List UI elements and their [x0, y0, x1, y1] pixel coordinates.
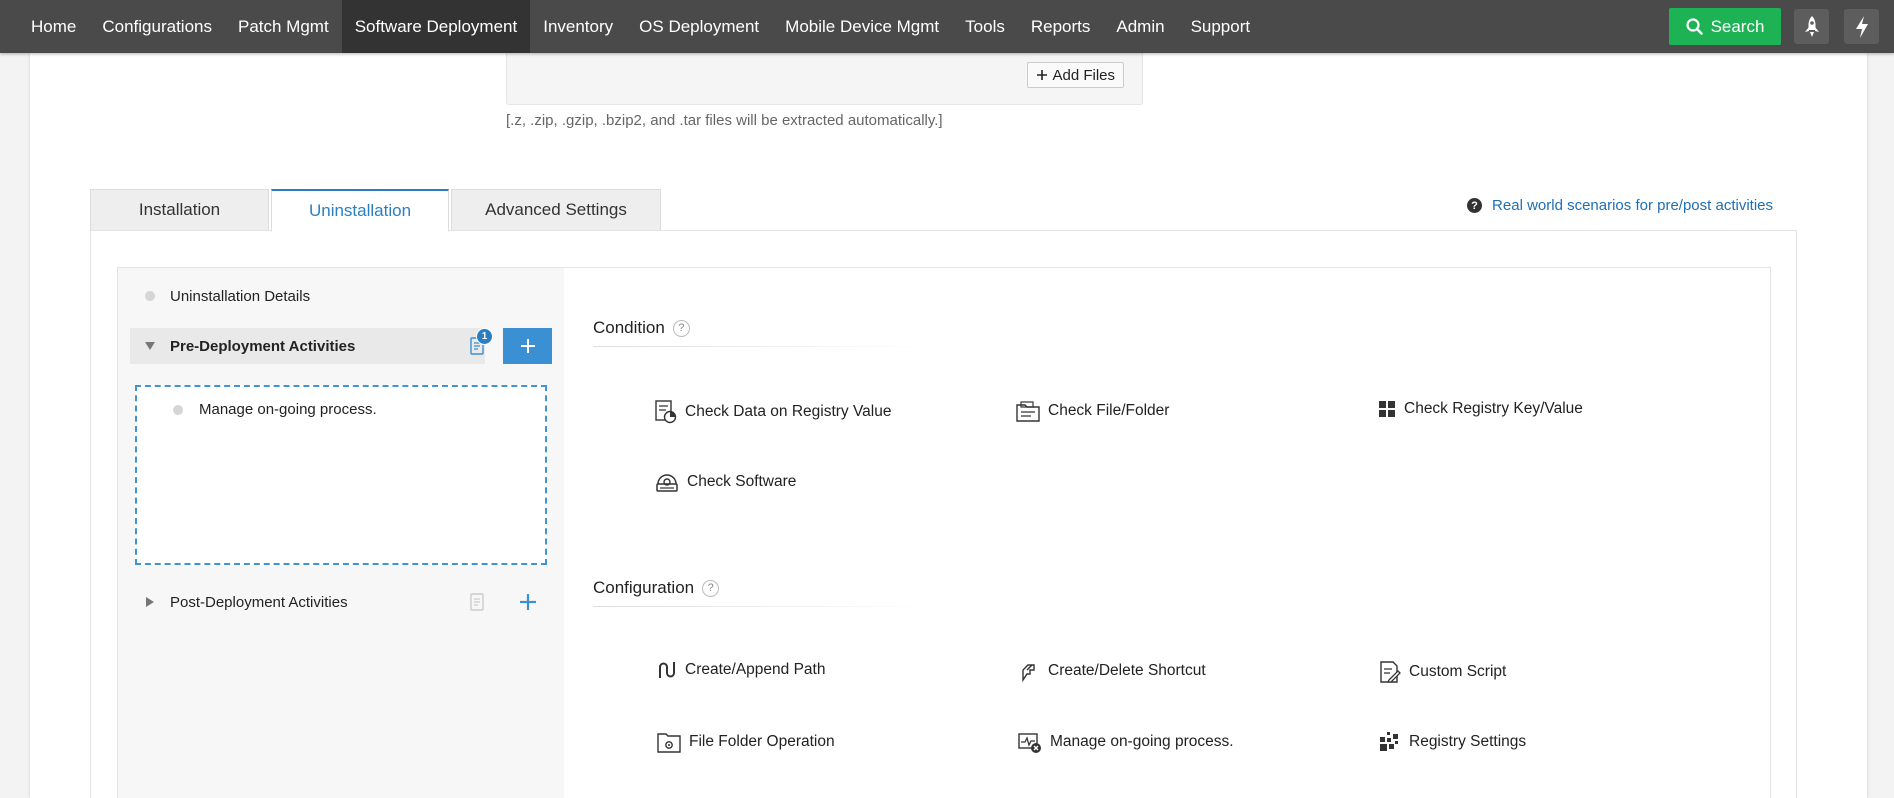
post-deployment-doc-icon[interactable] [470, 593, 484, 611]
create-delete-shortcut-label: Create/Delete Shortcut [1048, 662, 1206, 679]
main-content-card: Add Files [.z, .zip, .gzip, .bzip2, and … [30, 53, 1867, 798]
create-delete-shortcut[interactable]: Create/Delete Shortcut [1018, 660, 1206, 682]
search-icon [1685, 18, 1703, 35]
plus-icon [520, 594, 536, 610]
file-upload-area: Add Files [506, 53, 1143, 105]
registry-data-icon [655, 400, 677, 424]
file-folder-operation-label: File Folder Operation [689, 733, 835, 750]
post-deployment-activities-item[interactable]: Post-Deployment Activities [130, 584, 550, 620]
add-files-label: Add Files [1052, 66, 1115, 84]
file-folder-icon [1016, 401, 1040, 422]
nav-configurations[interactable]: Configurations [89, 0, 225, 53]
nav-inventory[interactable]: Inventory [530, 0, 626, 53]
nav-patch-mgmt[interactable]: Patch Mgmt [225, 0, 342, 53]
nav-admin[interactable]: Admin [1103, 0, 1177, 53]
condition-help-icon[interactable]: ? [672, 319, 690, 337]
create-append-path[interactable]: Create/Append Path [657, 660, 825, 680]
nav-os-deployment[interactable]: OS Deployment [626, 0, 772, 53]
registry-settings[interactable]: Registry Settings [1379, 731, 1526, 753]
check-registry-key-value[interactable]: Check Registry Key/Value [1378, 400, 1583, 418]
question-circle-icon: ? [1467, 198, 1483, 213]
pre-deployment-doc-icon[interactable]: 1 [470, 328, 493, 355]
condition-title: Condition [593, 318, 665, 337]
shortcut-icon [1022, 664, 1035, 682]
configuration-heading: Configuration ? [593, 578, 720, 598]
condition-divider [593, 346, 931, 347]
custom-script[interactable]: Custom Script [1379, 660, 1506, 684]
manage-ongoing-process-label: Manage on-going process. [1050, 733, 1234, 750]
bullet-dot-icon [173, 404, 183, 415]
nav-tools[interactable]: Tools [952, 0, 1018, 53]
nav-support[interactable]: Support [1178, 0, 1264, 53]
check-data-on-registry-value-label: Check Data on Registry Value [685, 403, 892, 420]
search-label: Search [1710, 16, 1765, 36]
tab-advanced-settings[interactable]: Advanced Settings [451, 189, 661, 231]
nav-reports[interactable]: Reports [1018, 0, 1104, 53]
custom-script-label: Custom Script [1409, 663, 1507, 680]
configuration-divider [593, 606, 931, 607]
lightning-icon [1855, 15, 1868, 38]
pre-deployment-activities-item[interactable]: Pre-Deployment Activities 1 [130, 328, 493, 364]
check-software-label: Check Software [687, 473, 797, 490]
real-world-scenarios-label: Real world scenarios for pre/post activi… [1492, 197, 1773, 214]
quick-launch-button[interactable] [1794, 9, 1829, 44]
bullet-dot-icon [130, 291, 170, 301]
add-pre-deployment-button[interactable] [503, 328, 552, 364]
tab-uninstallation[interactable]: Uninstallation [271, 189, 449, 232]
search-button[interactable]: Search [1669, 8, 1781, 45]
file-folder-operation[interactable]: File Folder Operation [657, 731, 835, 753]
activity-tree-pane: Uninstallation Details Pre-Deployment Ac… [118, 268, 564, 798]
process-icon [1018, 733, 1041, 753]
registry-settings-icon [1380, 732, 1398, 751]
nav-right-tools: Search [1669, 0, 1894, 53]
nav-software-deployment[interactable]: Software Deployment [341, 0, 531, 53]
check-file-folder[interactable]: Check File/Folder [1016, 400, 1169, 422]
software-icon [656, 474, 678, 492]
configuration-title: Configuration [593, 578, 695, 597]
manage-ongoing-process[interactable]: Manage on-going process. [1018, 731, 1234, 753]
real-world-scenarios-link[interactable]: ? Real world scenarios for pre/post acti… [1467, 197, 1773, 214]
collapsed-triangle-icon[interactable] [130, 596, 170, 608]
uninstallation-details-label: Uninstallation Details [170, 287, 311, 305]
top-navigation-bar: Home Configurations Patch Mgmt Software … [0, 0, 1894, 53]
folder-gear-icon [657, 733, 681, 753]
registry-settings-label: Registry Settings [1409, 733, 1527, 750]
expanded-triangle-icon[interactable] [130, 341, 170, 351]
add-files-button[interactable]: Add Files [1027, 62, 1124, 88]
rocket-icon [1804, 15, 1819, 37]
nav-mobile-device-mgmt[interactable]: Mobile Device Mgmt [772, 0, 952, 53]
create-append-path-label: Create/Append Path [685, 661, 826, 678]
nav-home[interactable]: Home [0, 0, 89, 53]
extract-note: [.z, .zip, .gzip, .bzip2, and .tar files… [506, 112, 943, 129]
configuration-help-icon[interactable]: ? [702, 579, 720, 597]
activities-container: Uninstallation Details Pre-Deployment Ac… [117, 267, 1771, 798]
check-software[interactable]: Check Software [655, 471, 796, 493]
activity-count-badge: 1 [476, 328, 493, 345]
plus-icon [520, 339, 535, 353]
uninstallation-details-item[interactable]: Uninstallation Details [130, 278, 550, 314]
pre-activity-label: Manage on-going process. [199, 401, 377, 418]
path-icon [659, 662, 675, 678]
condition-heading: Condition ? [593, 318, 690, 338]
registry-key-icon [1379, 401, 1395, 417]
check-file-folder-label: Check File/Folder [1048, 402, 1170, 419]
check-registry-key-value-label: Check Registry Key/Value [1404, 400, 1583, 417]
script-icon [1380, 661, 1401, 683]
pre-deployment-label: Pre-Deployment Activities [170, 337, 356, 355]
pre-deployment-drop-zone[interactable]: Manage on-going process. [135, 385, 547, 565]
quick-actions-button[interactable] [1844, 9, 1879, 44]
add-post-deployment-button[interactable] [519, 593, 537, 616]
uninstallation-panel: Uninstallation Details Pre-Deployment Ac… [90, 230, 1797, 798]
tab-installation[interactable]: Installation [90, 189, 269, 231]
check-data-on-registry-value[interactable]: Check Data on Registry Value [655, 400, 891, 424]
pre-activity-item[interactable]: Manage on-going process. [173, 401, 377, 418]
post-deployment-label: Post-Deployment Activities [170, 593, 348, 611]
plus-icon [1037, 70, 1048, 80]
